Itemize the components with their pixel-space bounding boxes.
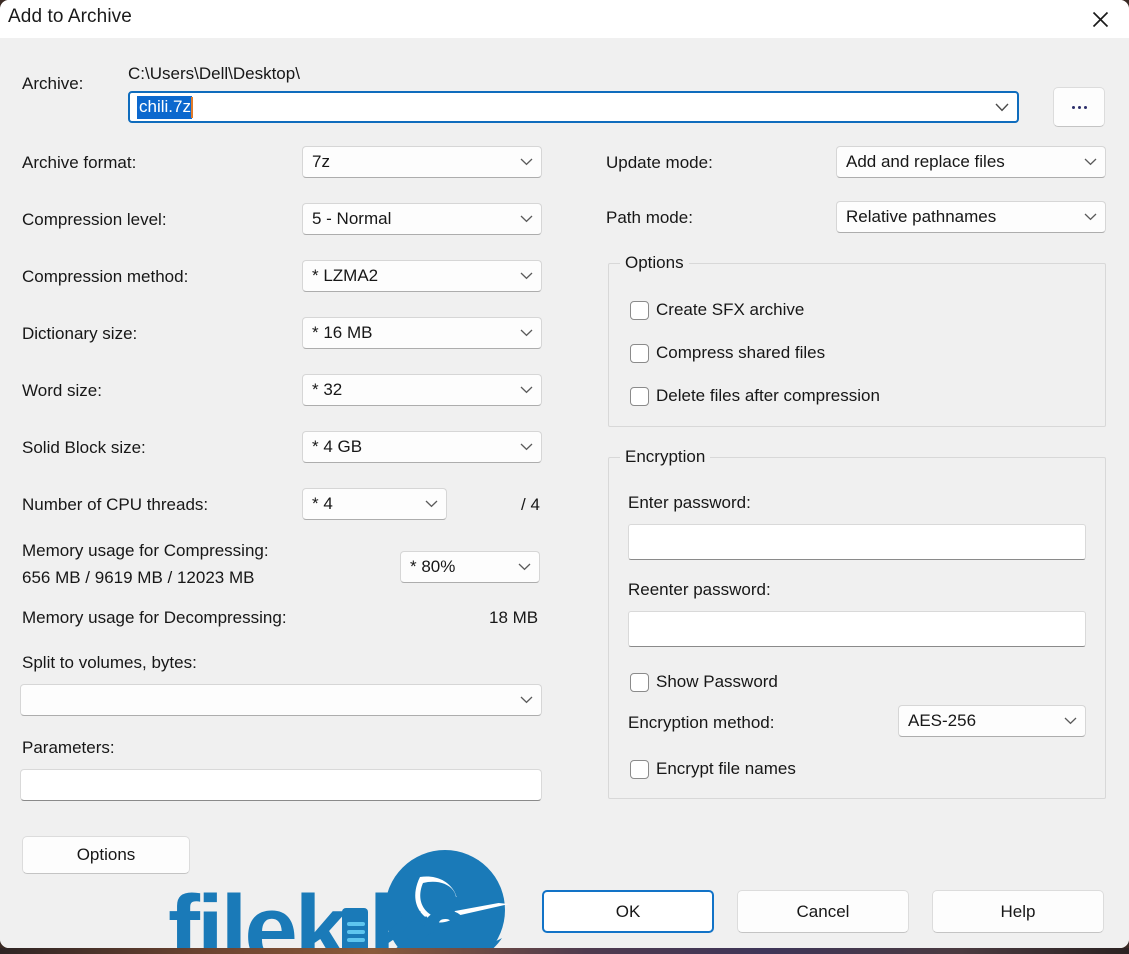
- ok-button-label: OK: [615, 901, 641, 921]
- checkbox-label: Show Password: [656, 672, 778, 691]
- chevron-down-icon[interactable]: [416, 500, 446, 508]
- enter-password-label: Enter password:: [628, 493, 751, 512]
- word-size-label: Word size:: [22, 381, 102, 400]
- help-button-label: Help: [1000, 901, 1036, 921]
- update-mode-combobox[interactable]: Add and replace files: [836, 146, 1106, 178]
- checkbox-show-password[interactable]: Show Password: [630, 672, 778, 692]
- chevron-down-icon[interactable]: [509, 563, 539, 571]
- checkbox-encrypt-file-names[interactable]: Encrypt file names: [630, 759, 796, 779]
- memory-compress-label: Memory usage for Compressing:: [22, 541, 269, 560]
- memory-decompress-value: 18 MB: [489, 608, 539, 627]
- checkbox-create-sfx-archive[interactable]: Create SFX archive: [630, 300, 804, 320]
- solid-block-size-label: Solid Block size:: [22, 438, 146, 457]
- update-mode-value: Add and replace files: [846, 152, 1005, 171]
- solid-block-size-combobox[interactable]: * 4 GB: [302, 431, 542, 463]
- add-to-archive-dialog: Add to Archive Archive: C:\Users\Dell\De…: [0, 0, 1129, 948]
- compression-method-label: Compression method:: [22, 267, 189, 286]
- chevron-down-icon[interactable]: [511, 443, 541, 451]
- compression-method-combobox[interactable]: * LZMA2: [302, 260, 542, 292]
- options-button[interactable]: Options: [22, 836, 190, 874]
- checkbox-label: Create SFX archive: [656, 300, 805, 319]
- archive-format-combobox[interactable]: 7z: [302, 146, 542, 178]
- chevron-down-icon[interactable]: [511, 272, 541, 280]
- filekoka-watermark: filek ka: [168, 850, 538, 948]
- encryption-groupbox-title: Encryption: [620, 447, 711, 467]
- cpu-threads-combobox[interactable]: * 4: [302, 488, 447, 520]
- path-mode-value: Relative pathnames: [846, 207, 997, 226]
- chevron-down-icon[interactable]: [987, 103, 1017, 112]
- cpu-threads-total: / 4: [521, 495, 540, 514]
- word-size-combobox[interactable]: * 32: [302, 374, 542, 406]
- compression-level-label: Compression level:: [22, 210, 167, 229]
- close-icon: [1091, 10, 1110, 29]
- chevron-down-icon[interactable]: [1055, 717, 1085, 725]
- ok-button[interactable]: OK: [542, 890, 714, 933]
- encryption-method-label: Encryption method:: [628, 713, 775, 732]
- update-mode-label: Update mode:: [606, 153, 713, 172]
- dictionary-size-label: Dictionary size:: [22, 324, 138, 343]
- memory-compress-values: 656 MB / 9619 MB / 12023 MB: [22, 568, 255, 587]
- checkbox-label: Delete files after compression: [656, 386, 880, 405]
- encryption-method-combobox[interactable]: AES-256: [898, 705, 1086, 737]
- checkbox-box-icon: [630, 672, 649, 692]
- browse-button[interactable]: [1053, 87, 1105, 127]
- checkbox-delete-files-after-compression[interactable]: Delete files after compression: [630, 386, 880, 406]
- checkbox-compress-shared-files[interactable]: Compress shared files: [630, 343, 825, 363]
- encryption-method-value: AES-256: [908, 711, 977, 730]
- cpu-threads-label: Number of CPU threads:: [22, 495, 209, 514]
- parameters-label: Parameters:: [22, 738, 115, 757]
- cancel-button[interactable]: Cancel: [737, 890, 909, 933]
- reenter-password-label: Reenter password:: [628, 580, 771, 599]
- archive-name-combobox[interactable]: chili.7z: [128, 91, 1019, 123]
- ellipsis-icon: [1071, 105, 1087, 109]
- chevron-down-icon[interactable]: [1075, 213, 1105, 221]
- memory-percent-combobox[interactable]: * 80%: [400, 551, 540, 583]
- checkbox-label: Compress shared files: [656, 343, 826, 362]
- enter-password-input[interactable]: [628, 524, 1086, 560]
- window-title: Add to Archive: [8, 6, 132, 27]
- memory-percent-value: * 80%: [410, 557, 456, 576]
- chevron-down-icon[interactable]: [511, 386, 541, 394]
- path-mode-combobox[interactable]: Relative pathnames: [836, 201, 1106, 233]
- chevron-down-icon[interactable]: [511, 158, 541, 166]
- parameters-input[interactable]: [20, 769, 542, 801]
- solid-block-size-value: * 4 GB: [312, 437, 363, 456]
- archive-format-label: Archive format:: [22, 153, 137, 172]
- split-volumes-combobox[interactable]: [20, 684, 542, 716]
- chevron-down-icon[interactable]: [511, 329, 541, 337]
- checkbox-box-icon: [630, 386, 649, 406]
- svg-text:filek ka: filek ka: [168, 876, 473, 948]
- word-size-value: * 32: [312, 380, 343, 399]
- dictionary-size-value: * 16 MB: [312, 323, 373, 342]
- reenter-password-input[interactable]: [628, 611, 1086, 647]
- archive-path-text: C:\Users\Dell\Desktop\: [128, 64, 300, 83]
- chevron-down-icon[interactable]: [511, 696, 541, 704]
- cpu-threads-value: * 4: [312, 494, 333, 513]
- dictionary-size-combobox[interactable]: * 16 MB: [302, 317, 542, 349]
- checkbox-box-icon: [630, 300, 649, 320]
- cancel-button-label: Cancel: [796, 901, 850, 921]
- desktop-background-strip: [0, 948, 1129, 954]
- dialog-body: Archive: C:\Users\Dell\Desktop\ chili.7z…: [0, 38, 1129, 948]
- text-caret: [190, 96, 193, 118]
- compression-level-value: 5 - Normal: [312, 209, 392, 228]
- archive-filename-selected: chili.7z: [137, 95, 192, 119]
- title-bar: Add to Archive: [0, 0, 1129, 38]
- options-groupbox-title: Options: [620, 253, 689, 273]
- options-button-label: Options: [76, 845, 136, 864]
- close-button[interactable]: [1071, 0, 1129, 38]
- path-mode-label: Path mode:: [606, 208, 693, 227]
- chevron-down-icon[interactable]: [1075, 158, 1105, 166]
- checkbox-label: Encrypt file names: [656, 759, 796, 778]
- memory-decompress-label: Memory usage for Decompressing:: [22, 608, 287, 627]
- compression-method-value: * LZMA2: [312, 266, 379, 285]
- archive-format-value: 7z: [312, 152, 330, 171]
- compression-level-combobox[interactable]: 5 - Normal: [302, 203, 542, 235]
- chevron-down-icon[interactable]: [511, 215, 541, 223]
- help-button[interactable]: Help: [932, 890, 1104, 933]
- checkbox-box-icon: [630, 343, 649, 363]
- checkbox-box-icon: [630, 759, 649, 779]
- split-volumes-label: Split to volumes, bytes:: [22, 653, 197, 672]
- archive-label: Archive:: [22, 74, 84, 93]
